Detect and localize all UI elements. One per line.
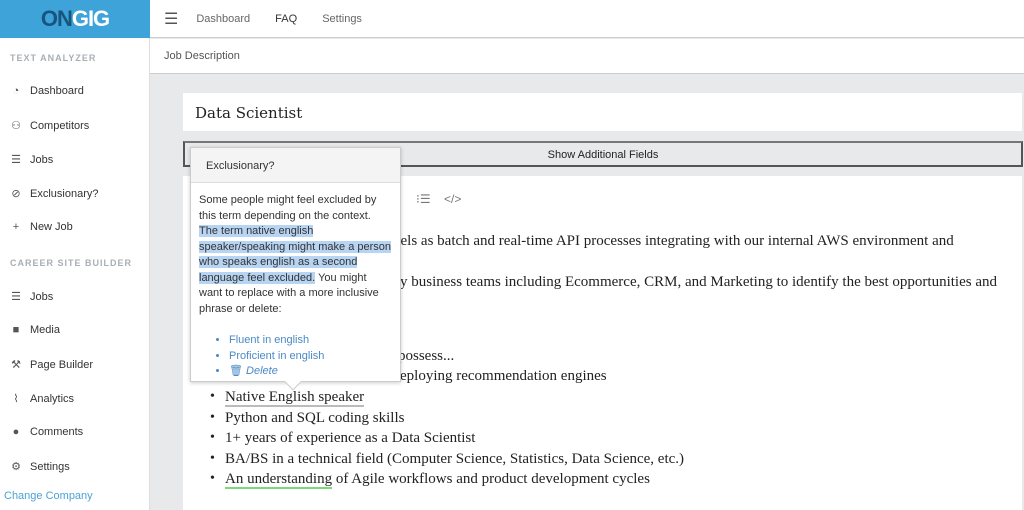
ban-icon: ⊘ [11,188,21,200]
plus-icon: + [12,221,20,233]
top-nav: ☰ Dashboard FAQ Settings [150,0,1024,38]
sidebar-item-jobs[interactable]: ☰ Jobs [10,153,53,167]
list-icon: ☰ [11,291,21,303]
hammer-icon: ⚒ [11,359,21,371]
sidebar-item-comments[interactable]: ● Comments [10,426,84,438]
flagged-term[interactable]: Native English speaker [225,389,365,407]
editor-line: dels as batch and real-time API processe… [393,233,954,249]
hamburger-menu-icon[interactable]: ☰ [164,9,178,29]
sidebar-item-career-jobs[interactable]: ☰ Jobs [10,290,53,304]
logo[interactable]: ON GIG [0,0,150,38]
code-view-icon[interactable]: </> [444,192,461,206]
list-item: 1+ years of experience as a Data Scienti… [225,430,476,446]
editor-line: eploying recommendation engines [400,368,607,384]
job-title-field[interactable]: Data Scientist [183,93,1022,131]
change-company-link[interactable]: Change Company [4,490,93,502]
editor-line: y business teams including Ecommerce, CR… [400,274,997,290]
sidebar-item-page-builder[interactable]: ⚒ Page Builder [10,358,93,372]
tachometer-icon: ◔ [12,85,20,97]
suggestion-proficient[interactable]: Proficient in english [229,350,324,362]
suggested-term[interactable]: An understanding [225,471,333,489]
ordered-list-icon[interactable]: ⁝☰ [416,192,431,206]
suggestion-list: Fluent in english Proficient in english … [199,333,392,380]
breadcrumb: Job Description [150,39,1024,74]
gear-icon: ⚙ [11,461,21,473]
users-icon: ⚇ [11,120,21,132]
nav-dashboard[interactable]: Dashboard [196,13,250,25]
section-career-site-builder: CAREER SITE BUILDER [10,258,133,268]
section-text-analyzer: TEXT ANALYZER [10,53,97,63]
delete-link[interactable]: 🗑 Delete [229,365,278,377]
sidebar: TEXT ANALYZER ◔ Dashboard ⚇ Competitors ☰ J… [0,38,150,510]
exclusionary-popover: Exclusionary? Some people might feel exc… [190,147,401,391]
comment-icon: ● [12,426,20,438]
sidebar-item-media[interactable]: ■ Media [10,324,60,336]
nav-settings[interactable]: Settings [322,13,362,25]
popover-title: Exclusionary? [191,148,400,183]
sidebar-item-new-job[interactable]: + New Job [10,221,73,233]
sidebar-item-dashboard[interactable]: ◔ Dashboard [10,85,84,97]
chart-icon: ⌇ [13,393,19,405]
sidebar-item-settings[interactable]: ⚙ Settings [10,460,70,474]
editor-line: possess... [398,348,455,364]
sidebar-item-exclusionary[interactable]: ⊘ Exclusionary? [10,187,98,201]
list-item: An understanding of Agile workflows and … [225,471,650,489]
suggestion-fluent[interactable]: Fluent in english [229,334,309,346]
nav-faq[interactable]: FAQ [275,13,297,25]
list-item: Python and SQL coding skills [225,410,405,426]
list-item: BA/BS in a technical field (Computer Sci… [225,451,685,467]
list-icon: ☰ [11,154,21,166]
sidebar-item-competitors[interactable]: ⚇ Competitors [10,119,89,133]
sidebar-item-analytics[interactable]: ⌇ Analytics [10,392,74,406]
trash-icon: 🗑 [229,365,243,377]
video-icon: ■ [12,324,20,336]
